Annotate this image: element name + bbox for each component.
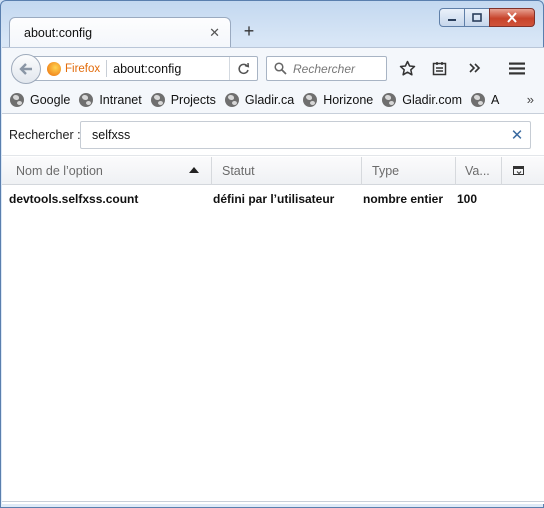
globe-icon — [150, 93, 165, 107]
bookmark-label: Gladir.com — [402, 93, 462, 107]
pref-type-cell: nombre entier — [363, 192, 444, 206]
search-icon — [274, 62, 287, 75]
filter-value: selfxss — [92, 128, 131, 142]
column-header-name[interactable]: Nom de l’option — [2, 156, 212, 185]
globe-icon — [382, 93, 397, 107]
column-picker-icon — [512, 165, 524, 175]
identity-label[interactable]: Firefox — [65, 63, 100, 75]
navigation-toolbar: Firefox about:config Rechercher — [2, 47, 544, 87]
search-placeholder: Rechercher — [293, 61, 356, 76]
column-header-label: Statut — [222, 163, 255, 178]
bookmark-item[interactable]: Gladir.com — [382, 93, 462, 107]
back-arrow-icon — [19, 63, 32, 75]
bookmark-item[interactable]: Horizone — [303, 93, 373, 107]
table-row[interactable]: devtools.selfxss.count défini par l’util… — [2, 189, 544, 209]
globe-icon — [10, 93, 24, 107]
tab-close-icon[interactable]: ✕ — [209, 25, 220, 41]
window-bottom-border — [2, 501, 544, 502]
sort-ascending-icon — [189, 166, 199, 173]
globe-icon — [303, 93, 318, 107]
bookmark-item[interactable]: Gladir.ca — [224, 93, 295, 107]
filter-input[interactable]: selfxss ✕ — [80, 121, 531, 149]
column-header-label: Nom de l’option — [16, 163, 103, 178]
minimize-button[interactable] — [439, 8, 465, 27]
bookmark-label: Gladir.ca — [244, 93, 295, 107]
bookmark-label: Google — [30, 93, 71, 107]
bookmark-item[interactable]: Projects — [150, 93, 216, 107]
toolbar-overflow-button[interactable] — [463, 57, 487, 79]
overflow-chevron-icon — [469, 63, 481, 73]
globe-icon — [470, 93, 485, 107]
about-config-page: Rechercher : selfxss ✕ Nom de l’option S… — [2, 114, 544, 504]
pref-name-cell: devtools.selfxss.count — [9, 192, 139, 206]
url-input[interactable]: about:config — [113, 62, 229, 76]
bookmark-label: Horizone — [323, 93, 374, 107]
globe-icon — [224, 93, 239, 107]
reload-icon — [238, 62, 250, 75]
window-controls — [439, 8, 535, 27]
open-menu-button[interactable] — [505, 57, 529, 79]
column-header-label: Va... — [465, 163, 490, 178]
column-header-type[interactable]: Type — [362, 156, 456, 185]
browser-window: about:config ✕ + Firefox about:config Re… — [0, 0, 544, 508]
bookmark-star-button[interactable] — [395, 57, 419, 79]
clear-filter-icon[interactable]: ✕ — [504, 126, 530, 144]
bookmark-item[interactable]: Intranet — [79, 93, 142, 107]
tab-about-config[interactable]: about:config ✕ — [9, 17, 231, 47]
bookmark-item[interactable]: A — [470, 93, 500, 107]
maximize-button[interactable] — [464, 8, 490, 27]
bookmarks-toolbar: Google Intranet Projects Gladir.ca Horiz… — [2, 87, 544, 114]
bookmark-item[interactable]: Google — [10, 93, 70, 107]
globe-icon — [79, 93, 94, 107]
url-separator — [106, 60, 108, 77]
new-tab-button[interactable]: + — [239, 21, 259, 41]
table-header: Nom de l’option Statut Type Va... — [2, 156, 544, 185]
close-window-button[interactable] — [489, 8, 535, 27]
reload-button[interactable] — [229, 57, 257, 80]
bookmark-label: Projects — [170, 93, 216, 107]
firefox-icon — [47, 61, 61, 76]
url-bar[interactable]: Firefox about:config — [32, 56, 258, 81]
bookmark-label: Intranet — [99, 93, 142, 107]
column-header-label: Type — [372, 163, 400, 178]
reading-list-icon — [432, 61, 446, 75]
pref-status-cell: défini par l’utilisateur — [213, 192, 335, 206]
column-header-value[interactable]: Va... — [456, 156, 502, 185]
pref-value-cell: 100 — [457, 192, 478, 206]
bookmark-label: A — [490, 93, 500, 107]
star-icon — [399, 60, 415, 76]
reading-list-button[interactable] — [427, 57, 451, 79]
column-picker-button[interactable] — [502, 157, 534, 185]
hamburger-menu-icon — [509, 62, 525, 74]
back-button[interactable] — [11, 54, 41, 84]
maximize-icon — [472, 13, 482, 22]
filter-row: Rechercher : selfxss ✕ — [2, 114, 544, 156]
filter-label: Rechercher : — [9, 127, 81, 142]
bookmarks-overflow-icon[interactable]: » — [527, 92, 534, 107]
close-icon — [507, 12, 517, 23]
search-bar[interactable]: Rechercher — [266, 56, 387, 81]
tab-title: about:config — [24, 25, 93, 40]
minimize-icon — [448, 18, 456, 21]
column-header-status[interactable]: Statut — [212, 156, 362, 185]
